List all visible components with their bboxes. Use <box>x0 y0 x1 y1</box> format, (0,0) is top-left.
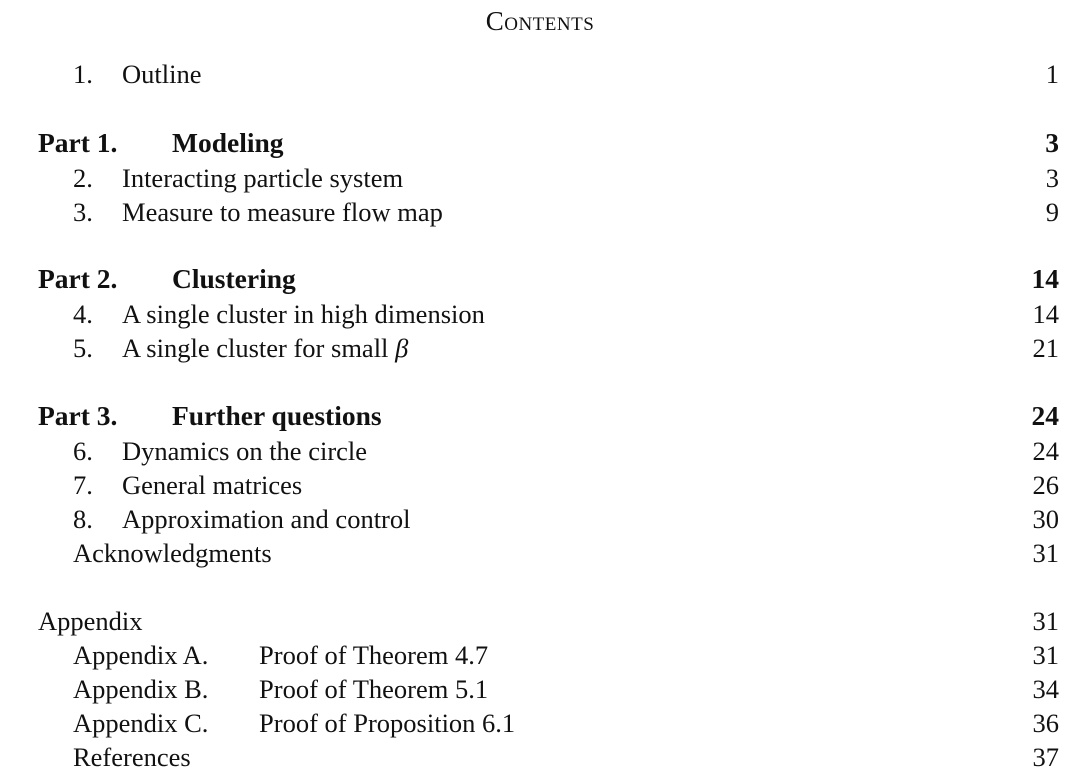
entry-number: Appendix A. <box>73 640 209 670</box>
toc-entry[interactable]: 2. Interacting particle system 3 <box>0 161 1080 195</box>
entry-number: Part 3. <box>38 400 118 431</box>
beta-symbol: β <box>395 333 409 363</box>
entry-number: Part 2. <box>38 263 118 294</box>
toc-entry[interactable]: 8. Approximation and control 30 <box>0 502 1080 536</box>
entry-number: 3. <box>73 197 93 227</box>
entry-number: 4. <box>73 299 93 329</box>
toc-part-heading[interactable]: Part 2. Clustering 14 <box>0 262 1080 296</box>
entry-label: Modeling <box>172 127 284 158</box>
toc-entry[interactable]: Appendix 31 <box>0 604 1080 638</box>
entry-number: Appendix C. <box>73 708 209 738</box>
toc-entry[interactable]: Appendix A. Proof of Theorem 4.7 31 <box>0 638 1080 672</box>
page-number: 31 <box>1032 640 1060 670</box>
page-number: 26 <box>1032 470 1060 500</box>
entry-label: Dynamics on the circle <box>122 436 368 466</box>
page-number: 3 <box>1045 127 1059 158</box>
entry-number: 5. <box>73 333 93 363</box>
entry-label: References <box>73 742 191 772</box>
page-number: 31 <box>1032 538 1060 568</box>
toc-entry[interactable]: 5. A single cluster for small β 21 <box>0 331 1080 365</box>
entry-number: Part 1. <box>38 127 118 158</box>
toc-title: Contents <box>485 6 595 36</box>
toc-entry[interactable]: References 37 <box>0 740 1080 774</box>
entry-label: Clustering <box>172 263 296 294</box>
entry-label: Proof of Theorem 5.1 <box>259 674 489 704</box>
page-number: 30 <box>1032 504 1060 534</box>
page-number: 36 <box>1032 708 1060 738</box>
entry-number: 6. <box>73 436 93 466</box>
entry-label: Proof of Proposition 6.1 <box>259 708 516 738</box>
entry-number: Appendix B. <box>73 674 209 704</box>
entry-number: 7. <box>73 470 93 500</box>
toc-entry[interactable]: 7. General matrices 26 <box>0 468 1080 502</box>
entry-label: Outline <box>122 59 202 89</box>
page-number: 9 <box>1045 197 1059 227</box>
entry-label: Interacting particle system <box>122 163 404 193</box>
entry-label: Proof of Theorem 4.7 <box>259 640 489 670</box>
toc-part-heading[interactable]: Part 3. Further questions 24 <box>0 399 1080 433</box>
toc-entry[interactable]: 6. Dynamics on the circle 24 <box>0 434 1080 468</box>
entry-label: Acknowledgments <box>73 538 272 568</box>
entry-number: 1. <box>73 59 93 89</box>
page-number: 14 <box>1032 299 1060 329</box>
page-number: 24 <box>1031 400 1060 431</box>
entry-label: Appendix <box>38 606 143 636</box>
page-number: 31 <box>1032 606 1060 636</box>
entry-label: Approximation and control <box>122 504 411 534</box>
entry-number: 8. <box>73 504 93 534</box>
page-number: 3 <box>1045 163 1059 193</box>
page-number: 37 <box>1032 742 1060 772</box>
toc-entry[interactable]: 1. Outline 1 <box>0 57 1080 91</box>
entry-number: 2. <box>73 163 93 193</box>
toc-entry[interactable]: 4. A single cluster in high dimension 14 <box>0 297 1080 331</box>
toc-part-heading[interactable]: Part 1. Modeling 3 <box>0 126 1080 160</box>
toc-entry[interactable]: 3. Measure to measure flow map 9 <box>0 195 1080 229</box>
entry-label: General matrices <box>122 470 303 500</box>
entry-label: A single cluster for small β <box>122 333 409 363</box>
page-number: 21 <box>1032 333 1060 363</box>
page-number: 14 <box>1031 263 1060 294</box>
toc-entry[interactable]: Appendix B. Proof of Theorem 5.1 34 <box>0 672 1080 706</box>
page-number: 34 <box>1032 674 1060 704</box>
toc-entry[interactable]: Appendix C. Proof of Proposition 6.1 36 <box>0 706 1080 740</box>
entry-label: Further questions <box>172 400 382 431</box>
toc-entry[interactable]: Acknowledgments 31 <box>0 536 1080 570</box>
entry-label: A single cluster in high dimension <box>122 299 485 329</box>
page-number: 24 <box>1032 436 1060 466</box>
page-number: 1 <box>1045 59 1059 89</box>
entry-label: Measure to measure flow map <box>122 197 443 227</box>
